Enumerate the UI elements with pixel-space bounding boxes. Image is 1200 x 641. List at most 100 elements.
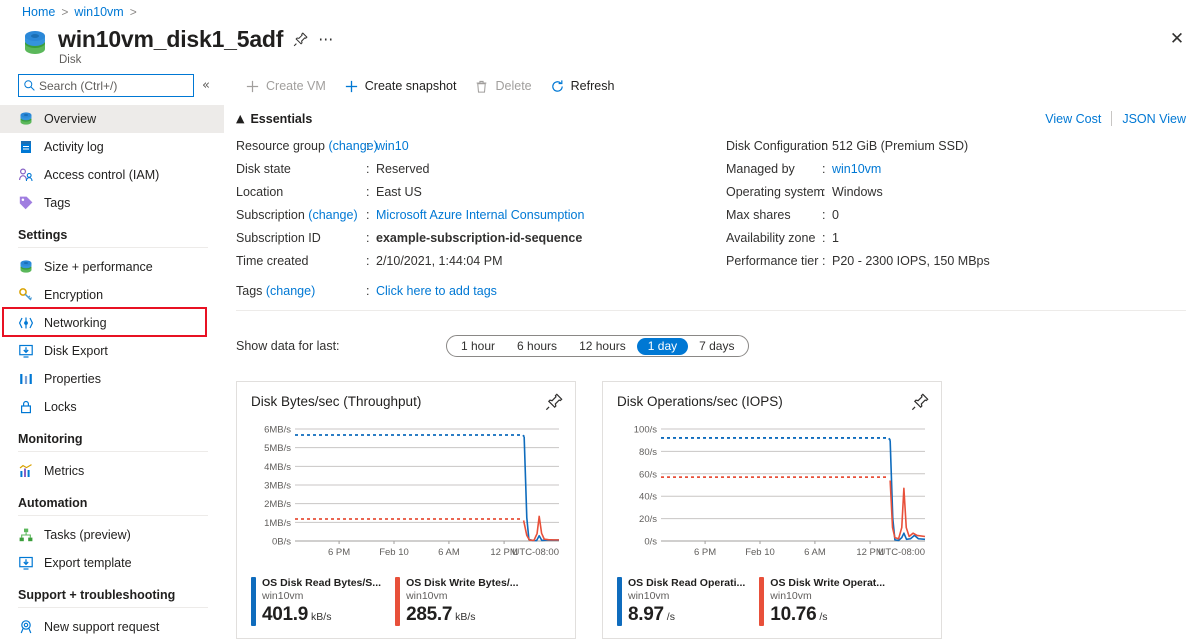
sidebar-group-automation: Automation xyxy=(0,496,224,516)
timerange-option-1-day[interactable]: 1 day xyxy=(637,338,688,355)
essentials-value[interactable]: Click here to add tags xyxy=(376,284,497,298)
sidebar-item-label: Access control (IAM) xyxy=(44,168,159,182)
svg-text:Feb 10: Feb 10 xyxy=(745,547,775,558)
json-view-link[interactable]: JSON View xyxy=(1122,112,1186,126)
access-control-icon xyxy=(18,167,34,183)
essentials-row-subscription-id: Subscription ID : example-subscription-i… xyxy=(236,226,726,249)
essentials-value[interactable]: win10vm xyxy=(832,162,881,176)
chart-plot: 100/s80/s60/s40/s20/s0/s6 PMFeb 106 AM12… xyxy=(617,423,927,563)
divider xyxy=(18,607,208,608)
svg-text:5MB/s: 5MB/s xyxy=(264,443,291,454)
legend-value: 8.97 xyxy=(628,604,664,626)
sidebar-item-label: Disk Export xyxy=(44,344,108,358)
pin-icon[interactable] xyxy=(911,393,929,411)
sidebar-group-title: Automation xyxy=(18,496,208,510)
legend-item[interactable]: OS Disk Write Operat... win10vm 10.76 /s xyxy=(759,577,885,626)
export-template-icon xyxy=(18,555,34,571)
colon: : xyxy=(822,185,832,199)
chevron-double-left-icon[interactable]: « xyxy=(202,78,210,93)
essentials-row-max-shares: Max shares : 0 xyxy=(726,203,1186,226)
chart-legend: OS Disk Read Bytes/S... win10vm 401.9 kB… xyxy=(251,577,561,626)
sidebar-item-tasks[interactable]: Tasks (preview) xyxy=(0,521,224,549)
sidebar-item-tags[interactable]: Tags xyxy=(0,189,224,217)
ellipsis-icon[interactable]: ⋯ xyxy=(318,32,333,47)
legend-color-swatch xyxy=(759,577,764,626)
legend-item[interactable]: OS Disk Write Bytes/... win10vm 285.7 kB… xyxy=(395,577,518,626)
close-icon[interactable]: ✕ xyxy=(1166,28,1188,50)
key-icon xyxy=(18,287,34,303)
timerange-option-6-hours[interactable]: 6 hours xyxy=(506,338,568,355)
sidebar-item-label: Export template xyxy=(44,556,132,570)
pin-icon[interactable] xyxy=(293,32,308,47)
plus-icon xyxy=(245,79,260,94)
sidebar-item-label: Encryption xyxy=(44,288,103,302)
breadcrumb-item-home[interactable]: Home xyxy=(22,5,55,19)
pin-icon[interactable] xyxy=(545,393,563,411)
chart-legend: OS Disk Read Operati... win10vm 8.97 /s … xyxy=(617,577,927,626)
chart-title: Disk Operations/sec (IOPS) xyxy=(617,394,927,409)
refresh-button[interactable]: Refresh xyxy=(541,75,624,98)
timerange-option-1-hour[interactable]: 1 hour xyxy=(450,338,506,355)
page-header: win10vm_disk1_5adf ⋯ Disk xyxy=(20,26,333,66)
timerange-row: Show data for last: 1 hour 6 hours 12 ho… xyxy=(236,335,1200,357)
sidebar-item-size-performance[interactable]: Size + performance xyxy=(0,253,224,281)
sidebar-group-support: Support + troubleshooting xyxy=(0,588,224,608)
essentials-row-resource-group: Resource group (change) : win10 xyxy=(236,134,726,157)
breadcrumb: Home > win10vm > xyxy=(22,5,137,19)
essentials-row-availability-zone: Availability zone : 1 xyxy=(726,226,1186,249)
sidebar-item-encryption[interactable]: Encryption xyxy=(0,281,224,309)
create-vm-button[interactable]: Create VM xyxy=(236,75,335,98)
view-cost-link[interactable]: View Cost xyxy=(1045,112,1101,126)
sidebar-item-networking[interactable]: Networking xyxy=(0,309,224,337)
legend-item[interactable]: OS Disk Read Operati... win10vm 8.97 /s xyxy=(617,577,745,626)
sidebar-item-locks[interactable]: Locks xyxy=(0,393,224,421)
essentials-key: Subscription (change) xyxy=(236,208,366,222)
essentials-value[interactable]: win10 xyxy=(376,139,409,153)
sidebar-item-activity-log[interactable]: Activity log xyxy=(0,133,224,161)
chart-svg-throughput: 6MB/s5MB/s4MB/s3MB/s2MB/s1MB/s0B/s6 PMFe… xyxy=(251,423,563,563)
essentials-key: Disk state xyxy=(236,162,366,176)
create-snapshot-button[interactable]: Create snapshot xyxy=(335,75,466,98)
chevron-up-icon[interactable]: ▲ xyxy=(236,112,244,125)
sidebar-item-label: Networking xyxy=(44,316,107,330)
sidebar-item-metrics[interactable]: Metrics xyxy=(0,457,224,485)
sidebar-item-new-support-request[interactable]: New support request xyxy=(0,613,224,641)
sidebar-group-title: Settings xyxy=(18,228,208,242)
properties-icon xyxy=(18,371,34,387)
search-input[interactable] xyxy=(39,79,194,93)
sidebar-item-disk-export[interactable]: Disk Export xyxy=(0,337,224,365)
legend-series-name: OS Disk Read Operati... xyxy=(628,577,745,589)
sidebar-item-access-control[interactable]: Access control (IAM) xyxy=(0,161,224,189)
sidebar-item-properties[interactable]: Properties xyxy=(0,365,224,393)
essentials-value: 512 GiB (Premium SSD) xyxy=(832,139,968,153)
change-link[interactable]: (change) xyxy=(308,208,357,222)
breadcrumb-item-win10vm[interactable]: win10vm xyxy=(74,5,123,19)
colon: : xyxy=(366,185,376,199)
legend-item[interactable]: OS Disk Read Bytes/S... win10vm 401.9 kB… xyxy=(251,577,381,626)
colon: : xyxy=(822,139,832,153)
svg-text:2MB/s: 2MB/s xyxy=(264,499,291,510)
svg-text:3MB/s: 3MB/s xyxy=(264,481,291,492)
essentials-row-disk-state: Disk state : Reserved xyxy=(236,157,726,180)
change-link[interactable]: (change) xyxy=(266,284,315,298)
sidebar-item-label: Locks xyxy=(44,400,77,414)
main-content: Create VM Create snapshot Delete Refresh xyxy=(236,70,1200,632)
legend-resource-name: win10vm xyxy=(406,590,518,602)
sidebar-item-label: Tags xyxy=(44,196,70,210)
sidebar-item-export-template[interactable]: Export template xyxy=(0,549,224,577)
essentials-key: Availability zone xyxy=(726,231,822,245)
legend-color-swatch xyxy=(617,577,622,626)
essentials-key: Performance tier xyxy=(726,254,822,268)
timerange-option-7-days[interactable]: 7 days xyxy=(688,338,745,355)
chart-plot: 6MB/s5MB/s4MB/s3MB/s2MB/s1MB/s0B/s6 PMFe… xyxy=(251,423,561,563)
delete-button[interactable]: Delete xyxy=(465,75,540,98)
sidebar-item-overview[interactable]: Overview xyxy=(0,105,224,133)
essentials-value[interactable]: Microsoft Azure Internal Consumption xyxy=(376,208,584,222)
search-box[interactable] xyxy=(18,74,194,97)
essentials-body: Resource group (change) : win10 Disk sta… xyxy=(236,134,1200,302)
sidebar: « Overview Activity log xyxy=(0,70,224,632)
colon: : xyxy=(366,139,376,153)
essentials-label[interactable]: Essentials xyxy=(250,112,312,126)
timerange-option-12-hours[interactable]: 12 hours xyxy=(568,338,637,355)
networking-icon xyxy=(18,315,34,331)
